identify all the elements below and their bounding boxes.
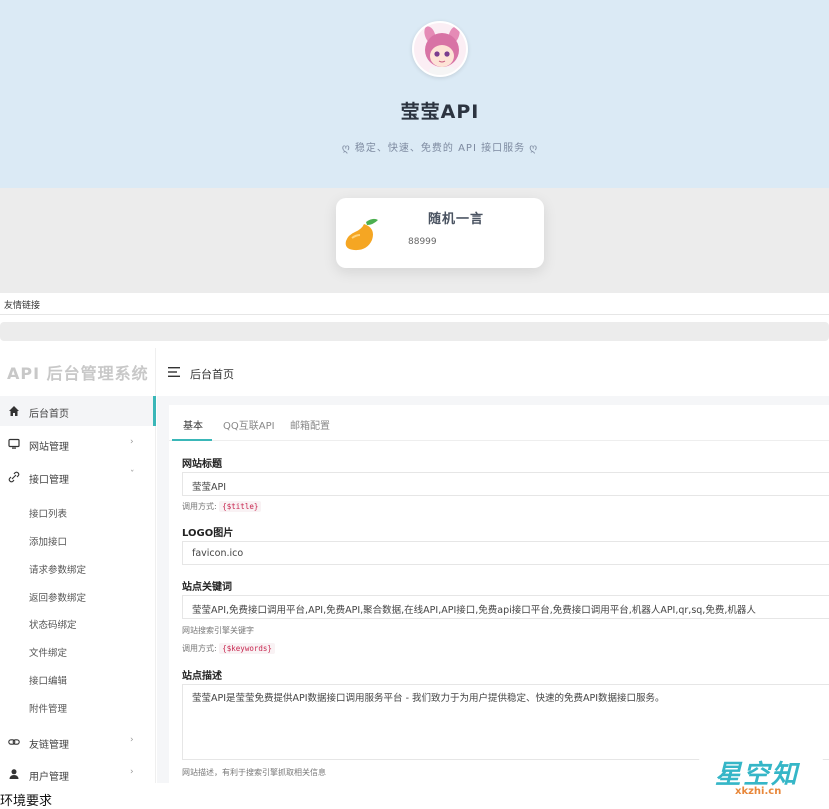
top-bar: 后台首页 [157, 348, 829, 396]
tab-qq-api[interactable]: QQ互联API [223, 417, 275, 432]
site-title-label: 网站标题 [182, 459, 222, 470]
chevron-right-icon: › [130, 767, 134, 777]
main-content: 后台首页 基本 QQ互联API 邮箱配置 网站标题 莹莹API 调用方式: {$… [157, 348, 829, 783]
submenu-attachments[interactable]: 附件管理 [29, 701, 67, 715]
chevron-right-icon: › [130, 735, 134, 745]
logo-input[interactable]: favicon.ico [182, 541, 829, 565]
keywords-label: 站点关键词 [182, 582, 232, 593]
mango-icon [345, 218, 378, 251]
sidebar-item-label: 接口管理 [29, 475, 69, 486]
sidebar-item-label: 友链管理 [29, 740, 69, 751]
admin-brand: API 后台管理系统 [7, 364, 149, 383]
screenshot-root: 莹莹API ღ 稳定、快速、免费的 API 接口服务 ღ 随机一言 88999 … [0, 0, 829, 809]
avatar[interactable] [412, 21, 468, 77]
sparkle-icon: ღ [341, 143, 355, 154]
sparkle-icon: ღ [525, 143, 539, 154]
site-name: 莹莹API [400, 101, 480, 123]
link-icon [8, 471, 20, 483]
monitor-icon [8, 438, 20, 449]
submenu-request-params[interactable]: 请求参数绑定 [29, 562, 86, 576]
settings-tabs: 基本 QQ互联API 邮箱配置 [169, 405, 829, 441]
friend-links-label: 友情链接 [4, 301, 41, 311]
help-code: {$title} [219, 501, 262, 512]
watermark-logo: 星空知 xkzhi.cn [699, 755, 823, 800]
site-title-help: 调用方式: {$title} [182, 501, 262, 512]
admin-panel: API 后台管理系统 后台首页 网站管理 › 接口管理 ˇ 接口列表 添加接口 … [0, 348, 829, 783]
keywords-input[interactable]: 莹莹API,免费接口调用平台,API,免费API,聚合数据,在线API,API接… [182, 595, 829, 619]
site-title-input[interactable]: 莹莹API [182, 472, 829, 496]
quote-text: 88999 [408, 237, 437, 247]
active-tab-indicator [172, 439, 212, 441]
menu-toggle-icon[interactable] [168, 367, 180, 377]
tagline: ღ 稳定、快速、免费的 API 接口服务 ღ [0, 139, 829, 154]
breadcrumb: 后台首页 [190, 368, 234, 381]
submenu-file-binding[interactable]: 文件绑定 [29, 645, 67, 659]
settings-panel: 基本 QQ互联API 邮箱配置 网站标题 莹莹API 调用方式: {$title… [169, 405, 829, 783]
section-heading: 环境要求 [0, 794, 53, 809]
anime-girl-avatar-icon [414, 23, 466, 75]
keywords-help: 网站搜索引擎关键字 [182, 626, 254, 635]
user-icon [9, 769, 19, 779]
sidebar-item-website[interactable]: 网站管理 › [0, 429, 156, 459]
help-code: {$keywords} [219, 643, 275, 654]
chevron-down-icon: ˇ [130, 470, 135, 480]
chevron-right-icon: › [130, 437, 134, 447]
watermark-domain: xkzhi.cn [735, 786, 782, 797]
friend-links-bar: 友情链接 [0, 293, 829, 315]
quote-title: 随机一言 [428, 212, 485, 227]
submenu-api-edit[interactable]: 接口编辑 [29, 673, 67, 687]
tab-mail-config[interactable]: 邮箱配置 [290, 417, 330, 432]
description-help: 网站描述，有利于搜索引擎抓取相关信息 [182, 768, 326, 777]
sidebar-item-label: 用户管理 [29, 772, 69, 783]
sidebar: API 后台管理系统 后台首页 网站管理 › 接口管理 ˇ 接口列表 添加接口 … [0, 348, 156, 783]
submenu-add-api[interactable]: 添加接口 [29, 534, 67, 548]
sidebar-item-users[interactable]: 用户管理 › [0, 759, 156, 789]
submenu-response-params[interactable]: 返回参数绑定 [29, 590, 86, 604]
home-icon [9, 406, 19, 416]
chain-icon [8, 739, 20, 745]
sidebar-item-label: 网站管理 [29, 442, 69, 453]
keywords-usage: 调用方式: {$keywords} [182, 643, 275, 654]
sidebar-item-home[interactable]: 后台首页 [0, 396, 156, 426]
help-prefix: 调用方式: [182, 644, 217, 653]
sidebar-item-api[interactable]: 接口管理 ˇ [0, 462, 156, 492]
logo-label: LOGO图片 [182, 528, 234, 539]
tab-basic[interactable]: 基本 [183, 417, 203, 432]
random-quote-card[interactable]: 随机一言 88999 [336, 198, 544, 268]
tagline-text: 稳定、快速、免费的 API 接口服务 [354, 143, 526, 154]
submenu-status-codes[interactable]: 状态码绑定 [29, 617, 77, 631]
help-prefix: 调用方式: [182, 502, 217, 511]
sidebar-item-friend-links[interactable]: 友链管理 › [0, 727, 156, 757]
hero-banner: 莹莹API ღ 稳定、快速、免费的 API 接口服务 ღ [0, 0, 829, 188]
description-textarea[interactable]: 莹莹API是莹莹免费提供API数据接口调用服务平台 - 我们致力于为用户提供稳定… [182, 684, 829, 760]
divider-band [0, 322, 829, 341]
description-label: 站点描述 [182, 671, 222, 682]
submenu-api-list[interactable]: 接口列表 [29, 506, 67, 520]
sidebar-item-label: 后台首页 [29, 409, 69, 420]
